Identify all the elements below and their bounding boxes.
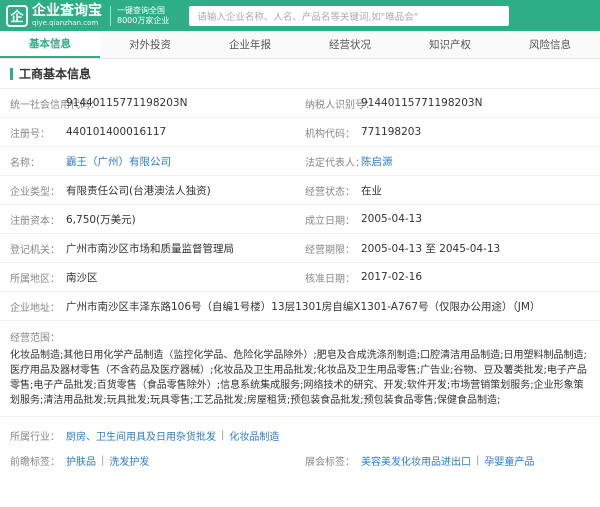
field-label: 注册资本： [10,215,60,227]
info-row: 注册号： 440101400016117 机构代码： 771198203 [0,118,600,147]
tab-basic-info[interactable]: 基本信息 [0,31,100,58]
exhibition-tag[interactable]: 孕婴童产品 [484,453,534,468]
info-row: 登记机关： 广州市南沙区市场和质量监督管理局 经营期限： 2005-04-13 至 … [0,234,600,263]
info-row: 企业类型： 有限责任公司(台港澳法人独资) 经营状态： 在业 [0,176,600,205]
taxpayer-value: 91440115771198203N [361,97,483,109]
field-label: 统一社会信用代码： [10,99,100,111]
authority-value: 广州市南沙区市场和质量监督管理局 [66,242,234,255]
tab-bar: 基本信息 对外投资 企业年报 经营状况 知识产权 风险信息 [0,31,600,59]
term-value: 2005-04-13 至 2045-04-13 [361,242,501,255]
industry-row: 所属行业： 厨房、卫生间用具及日用杂货批发 | 化妆品制造 [10,428,280,443]
industry-tag[interactable]: 化妆品制造 [229,428,279,443]
search-input[interactable]: 请输入企业名称、人名、产品名等关键词,如"唯品会" [189,5,510,26]
founded-value: 2005-04-13 [361,213,423,225]
field-label: 经营状态： [305,186,355,198]
info-row: 统一社会信用代码： 91440115771198203N 纳税人识别号： 91440… [0,89,600,118]
credit-code-value: 91440115771198203N [66,97,188,109]
field-label: 登记机关： [10,244,60,256]
frontier-tag[interactable]: 护肤品 [66,453,96,468]
logo-mark-icon: 企 [6,4,28,27]
field-label: 机构代码： [305,128,355,140]
slogan: 一键查询全国 8000万家企业 [110,5,169,26]
logo-name: 企业查询宝 [32,3,102,19]
address-value: 广州市南沙区丰泽东路106号（自编1号楼）13层1301房自编X1301-A76… [66,300,541,313]
exhibition-tag[interactable]: 美容美发化妆用品进出口 [361,453,471,468]
company-name-link[interactable]: 霸王（广州）有限公司 [56,154,171,169]
tab-annual-report[interactable]: 企业年报 [200,31,300,58]
org-code-value: 771198203 [361,126,422,138]
status-value: 在业 [361,184,382,197]
tab-risk[interactable]: 风险信息 [500,31,600,58]
field-label: 成立日期： [305,215,355,227]
field-label: 经营范围： [10,333,60,344]
reg-no-value: 440101400016117 [66,126,167,138]
frontier-tag[interactable]: 洗发护发 [109,453,149,468]
field-label: 展会标签： [305,457,355,468]
tab-operation[interactable]: 经营状况 [300,31,400,58]
field-label: 名称： [10,157,40,169]
logo[interactable]: 企 企业查询宝 qiye.qianzhan.com [6,4,102,27]
field-label: 所属行业： [10,432,60,443]
field-label: 法定代表人： [305,157,365,169]
region-value: 南沙区 [66,271,98,284]
info-row: 企业地址： 广州市南沙区丰泽东路106号（自编1号楼）13层1301房自编X130… [0,292,600,321]
field-label: 企业地址： [10,302,60,314]
top-bar: 企 企业查询宝 qiye.qianzhan.com 一键查询全国 8000万家企… [0,0,600,31]
company-type-value: 有限责任公司(台港澳法人独资) [66,184,211,197]
field-label: 所属地区： [10,273,60,285]
tab-ip[interactable]: 知识产权 [400,31,500,58]
capital-value: 6,750(万美元) [66,213,136,226]
info-row: 所属地区： 南沙区 核准日期： 2017-02-16 [0,263,600,292]
field-label: 经营期限： [305,244,355,256]
tags-row: 前瞻标签： 护肤品 | 洗发护发 展会标签： 美容美发化妆用品进出口 | 孕婴童… [10,453,535,468]
field-label: 注册号： [10,128,50,140]
field-label: 核准日期： [305,273,355,285]
field-label: 企业类型： [10,186,60,198]
section-title: 工商基本信息 [0,59,600,89]
logo-url: qiye.qianzhan.com [32,19,99,27]
info-row: 名称： 霸王（广州）有限公司 法定代表人： 陈启源 [0,147,600,176]
approved-value: 2017-02-16 [361,271,423,283]
field-label: 纳税人识别号： [305,99,375,111]
tab-investment[interactable]: 对外投资 [100,31,200,58]
field-label: 前瞻标签： [10,457,60,468]
info-row: 注册资本： 6,750(万美元) 成立日期： 2005-04-13 [0,205,600,234]
industry-tag[interactable]: 厨房、卫生间用具及日用杂货批发 [66,428,216,443]
scope-text: 化妆品制造;其他日用化学产品制造（监控化学品、危险化学品除外）;肥皂及合成洗涤剂… [10,350,587,406]
legal-rep-link[interactable]: 陈启源 [361,154,393,169]
business-scope: 经营范围： 化妆品制造;其他日用化学产品制造（监控化学品、危险化学品除外）;肥皂… [0,321,600,417]
